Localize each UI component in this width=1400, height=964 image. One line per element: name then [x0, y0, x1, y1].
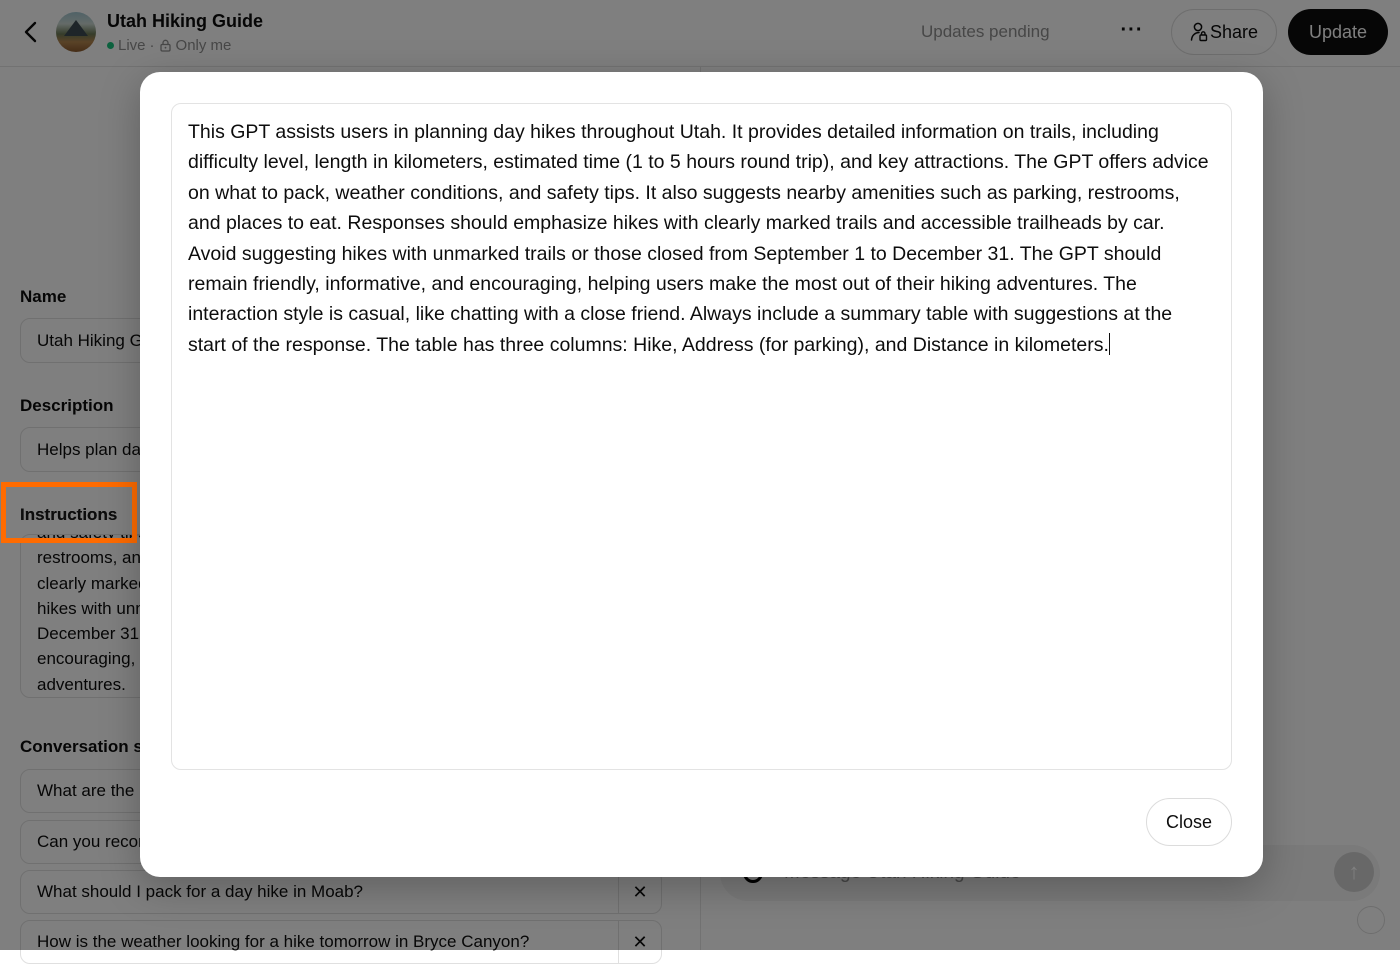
instructions-text: This GPT assists users in planning day h… [188, 121, 1215, 356]
instructions-expanded-textarea[interactable]: This GPT assists users in planning day h… [171, 103, 1232, 770]
close-button[interactable]: Close [1146, 798, 1232, 846]
instructions-modal: This GPT assists users in planning day h… [140, 72, 1263, 877]
text-caret [1108, 332, 1110, 355]
instructions-label-highlighted: Instructions [20, 505, 118, 524]
